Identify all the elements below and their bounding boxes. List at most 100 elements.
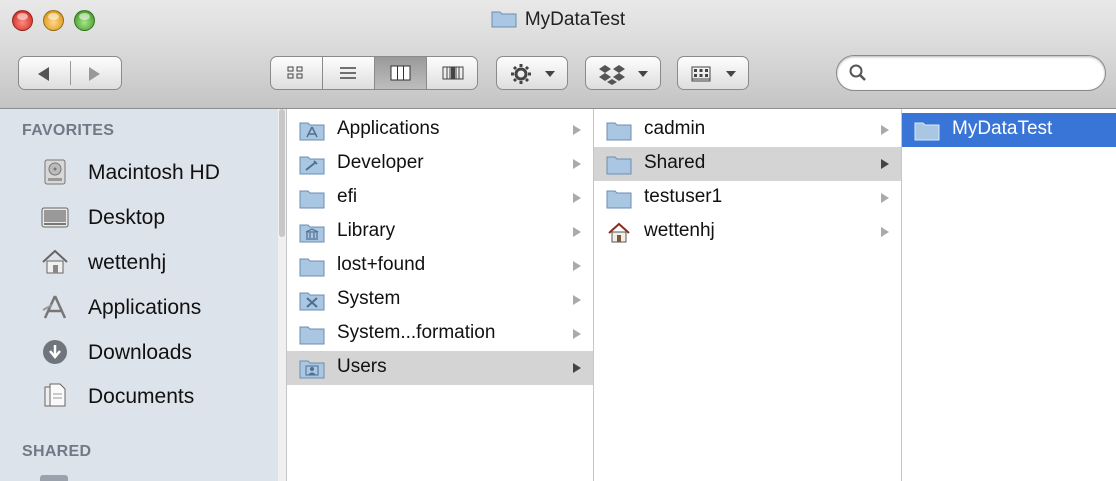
search-icon (849, 64, 866, 81)
folder-icon (491, 11, 517, 28)
disclosure-arrow-icon (573, 227, 581, 237)
folder-icon (606, 122, 632, 141)
hard-drive-icon (44, 159, 66, 185)
sidebar-item-label: Applications (88, 296, 202, 319)
folder-icon (299, 258, 325, 277)
column-view-button[interactable] (375, 57, 427, 89)
item-label: Library (337, 220, 396, 241)
forward-button[interactable] (71, 57, 122, 89)
list-item[interactable]: efi (287, 181, 593, 215)
list-item[interactable]: cadmin (594, 113, 901, 147)
item-label: System (337, 288, 401, 309)
disclosure-arrow-icon (881, 159, 889, 169)
disclosure-arrow-icon (573, 261, 581, 271)
system-folder-icon (299, 292, 325, 311)
sidebar-item-label: Desktop (88, 206, 166, 229)
arrange-icon (691, 66, 711, 82)
sidebar-scrollbar[interactable] (278, 109, 287, 481)
sidebar-item-downloads[interactable]: Downloads (40, 333, 270, 373)
sidebar-item-wettenhj[interactable]: wettenhj (40, 243, 270, 283)
dropbox-menu-button[interactable] (585, 56, 661, 90)
coverflow-icon (442, 66, 464, 80)
chevron-down-icon (726, 71, 736, 77)
item-label: Shared (644, 152, 706, 173)
sidebar-item-label: wettenhj (88, 251, 167, 274)
column-browser-col-2: cadmin Shared testuser1 wettenhj (594, 109, 902, 481)
list-item-selected[interactable]: Shared (594, 147, 901, 181)
applications-folder-icon (299, 122, 325, 141)
scrollbar-thumb[interactable] (279, 109, 285, 237)
folder-icon (606, 156, 632, 175)
users-folder-icon (299, 360, 325, 379)
gear-icon (511, 64, 531, 84)
list-item-selected[interactable]: Users (287, 351, 593, 385)
columns-icon (390, 65, 411, 81)
documents-icon (44, 383, 66, 407)
home-icon (42, 249, 68, 274)
list-item[interactable]: Library (287, 215, 593, 249)
home-icon (608, 222, 630, 243)
sidebar-item-macintosh-hd[interactable]: Macintosh HD (40, 153, 270, 193)
disclosure-arrow-icon (573, 295, 581, 305)
item-label: lost+found (337, 254, 426, 275)
disclosure-arrow-icon (573, 159, 581, 169)
item-label: testuser1 (644, 186, 723, 207)
sidebar-item-documents[interactable]: Documents (40, 377, 270, 417)
applications-icon (42, 295, 67, 319)
item-label: Developer (337, 152, 424, 173)
sidebar-item-applications[interactable]: Applications (40, 288, 270, 328)
icon-view-button[interactable] (271, 57, 323, 89)
sidebar-item-label: Downloads (88, 341, 192, 364)
disclosure-arrow-icon (881, 125, 889, 135)
folder-icon (299, 326, 325, 345)
disclosure-arrow-icon (573, 363, 581, 373)
window-title-text: MyDataTest (524, 9, 626, 30)
library-folder-icon (299, 224, 325, 243)
item-label: wettenhj (644, 220, 715, 241)
column-browser-col-3: MyDataTest (902, 109, 1116, 481)
list-view-button[interactable] (323, 57, 375, 89)
list-item-selected[interactable]: MyDataTest (902, 113, 1116, 147)
action-menu-button[interactable] (496, 56, 568, 90)
item-label: efi (337, 186, 358, 207)
folder-icon (299, 190, 325, 209)
forward-arrow-icon (89, 67, 100, 81)
desktop-icon (41, 207, 69, 228)
list-item[interactable]: Applications (287, 113, 593, 147)
sidebar: FAVORITES Macintosh HD Desktop wettenhj … (0, 109, 279, 481)
arrange-menu-button[interactable] (677, 56, 749, 90)
finder-window: MyDataTest FAVORITES Macintosh HD Deskto… (0, 0, 1116, 481)
back-button[interactable] (19, 57, 70, 89)
back-forward-control (18, 56, 122, 90)
disclosure-arrow-icon (881, 193, 889, 203)
shared-heading: SHARED (22, 443, 92, 460)
grid-icon (287, 66, 303, 79)
search-input[interactable] (875, 62, 1099, 86)
shared-item-partial (40, 475, 68, 481)
list-item[interactable]: wettenhj (594, 215, 901, 249)
back-arrow-icon (38, 67, 49, 81)
search-field[interactable] (836, 55, 1106, 91)
list-item[interactable]: System...formation (287, 317, 593, 351)
sidebar-item-label: Documents (88, 385, 195, 408)
developer-folder-icon (299, 156, 325, 175)
list-item[interactable]: System (287, 283, 593, 317)
window-title: MyDataTest (0, 9, 1116, 31)
dropbox-icon (599, 65, 625, 85)
sidebar-item-desktop[interactable]: Desktop (40, 198, 270, 238)
coverflow-view-button[interactable] (427, 57, 479, 89)
list-item[interactable]: Developer (287, 147, 593, 181)
folder-icon (606, 190, 632, 209)
toolbar: MyDataTest (0, 0, 1116, 109)
disclosure-arrow-icon (573, 125, 581, 135)
item-label: Users (337, 356, 387, 377)
list-icon (340, 67, 356, 79)
list-item[interactable]: testuser1 (594, 181, 901, 215)
disclosure-arrow-icon (573, 329, 581, 339)
list-item[interactable]: lost+found (287, 249, 593, 283)
item-label: MyDataTest (952, 118, 1053, 139)
sidebar-item-label: Macintosh HD (88, 161, 220, 184)
favorites-heading: FAVORITES (22, 122, 115, 139)
column-browser-col-1: Applications Developer efi Library lost+… (287, 109, 594, 481)
disclosure-arrow-icon (573, 193, 581, 203)
